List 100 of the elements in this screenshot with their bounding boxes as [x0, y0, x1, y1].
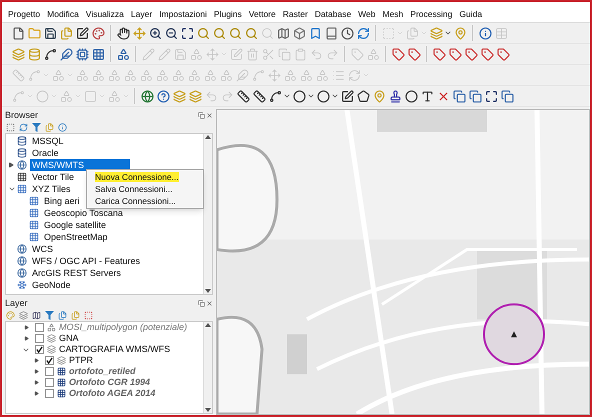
edit-icon[interactable]	[76, 26, 88, 40]
layer-checkbox[interactable]	[45, 378, 54, 387]
browser-item[interactable]: OpenStreetMap	[42, 231, 110, 243]
spline-icon[interactable]	[44, 48, 56, 60]
menu-item[interactable]: Processing	[410, 8, 452, 20]
menu-item[interactable]: Vettore	[248, 8, 276, 20]
spline-icon[interactable]	[268, 90, 282, 102]
layer-checkbox[interactable]	[45, 367, 54, 376]
cube-icon[interactable]	[292, 26, 306, 40]
browser-item[interactable]: GeoNode	[30, 279, 73, 291]
browser-item[interactable]: Oracle	[30, 147, 61, 159]
expand-arrow-icon[interactable]	[34, 380, 38, 385]
chip-icon[interactable]	[76, 48, 88, 60]
browser-item[interactable]: WFS / OGC API - Features	[30, 255, 142, 267]
layer-name[interactable]: PTPR	[69, 355, 94, 366]
zoom-out-icon[interactable]	[164, 26, 178, 40]
menu-item[interactable]: Impostazioni	[159, 8, 207, 20]
copy-icon[interactable]	[468, 90, 482, 102]
tag-icon[interactable]	[448, 48, 462, 60]
stamp-icon[interactable]	[388, 90, 402, 102]
layer-checkbox[interactable]	[45, 389, 54, 398]
menu-item[interactable]: Layer	[130, 8, 152, 20]
layer-name[interactable]: Ortofoto CGR 1994	[69, 377, 150, 388]
menu-item[interactable]: Database	[314, 8, 352, 20]
menu-item[interactable]: Mesh	[382, 8, 404, 20]
expand-arrow-icon[interactable]	[34, 391, 38, 396]
expand-all-icon[interactable]	[58, 310, 67, 320]
expand-arrow-icon[interactable]	[24, 325, 28, 330]
browser-item[interactable]: Bing aeri	[42, 195, 82, 207]
menu-item[interactable]: Visualizza	[86, 8, 124, 20]
scroll-down-icon[interactable]	[205, 408, 211, 412]
browser-item[interactable]: Geoscopio Toscana	[42, 207, 125, 219]
maximize-icon[interactable]	[484, 90, 498, 102]
scrollbar[interactable]	[203, 134, 212, 294]
expand-arrow-icon[interactable]	[8, 162, 14, 168]
expand-arrow-icon[interactable]	[24, 336, 28, 341]
bookmark-icon[interactable]	[308, 26, 322, 40]
browser-item[interactable]: WCS	[30, 243, 55, 255]
menu-item[interactable]: Guida	[459, 8, 482, 20]
search-icon[interactable]	[212, 26, 226, 40]
expand-arrow-icon[interactable]	[34, 369, 38, 374]
pentagon-icon[interactable]	[356, 90, 370, 102]
info-icon[interactable]	[478, 26, 492, 40]
shapes-icon[interactable]	[116, 48, 130, 60]
clock-icon[interactable]	[340, 26, 354, 40]
layer-name[interactable]: GNA	[59, 333, 79, 344]
layers-icon[interactable]	[188, 90, 202, 102]
menu-item[interactable]: Carica Connessioni...	[95, 196, 176, 206]
layers-icon[interactable]	[12, 48, 24, 60]
menu-item[interactable]: Progetto	[8, 8, 40, 20]
layer-checkbox[interactable]	[35, 334, 44, 343]
menu-item[interactable]: Salva Connessioni...	[95, 184, 172, 194]
remove-icon[interactable]	[84, 310, 93, 320]
tag-icon[interactable]	[480, 48, 494, 60]
zoom-in-icon[interactable]	[148, 26, 162, 40]
cross-icon[interactable]	[436, 90, 450, 102]
ruler-icon[interactable]	[236, 90, 250, 102]
menu-item[interactable]: Raster	[282, 8, 308, 20]
feather-icon[interactable]	[60, 48, 72, 60]
float-icon[interactable]	[198, 112, 205, 118]
circle-icon[interactable]	[316, 90, 330, 102]
menu-item[interactable]: Web	[358, 8, 376, 20]
style-icon[interactable]	[6, 310, 15, 320]
caret-icon[interactable]	[283, 92, 291, 100]
search-icon[interactable]	[244, 26, 258, 40]
help-icon[interactable]	[156, 90, 170, 102]
scroll-down-icon[interactable]	[205, 289, 211, 293]
caret-icon[interactable]	[444, 29, 452, 37]
copy-icon[interactable]	[452, 90, 466, 102]
ruler-icon[interactable]	[252, 90, 266, 102]
tag-icon[interactable]	[392, 48, 404, 60]
browser-item[interactable]: MSSQL	[30, 135, 66, 147]
circle-icon[interactable]	[292, 90, 306, 102]
add-group-icon[interactable]	[19, 310, 28, 320]
save-icon[interactable]	[44, 26, 56, 40]
layer-name[interactable]: Ortofoto AGEA 2014	[69, 388, 156, 399]
add-icon[interactable]	[6, 122, 15, 132]
browser-item[interactable]: Google satellite	[42, 219, 108, 231]
layer-name[interactable]: CARTOGRAFIA WMS/WFS	[59, 344, 170, 355]
edit-icon[interactable]	[340, 90, 354, 102]
browser-item[interactable]: Vector Tile	[30, 171, 76, 183]
scrollbar[interactable]	[203, 322, 212, 413]
caret-icon[interactable]	[307, 92, 315, 100]
hand-icon[interactable]	[116, 26, 130, 40]
book-icon[interactable]	[324, 26, 338, 40]
globe-icon[interactable]	[140, 90, 154, 102]
tag-icon[interactable]	[408, 48, 420, 60]
search-icon[interactable]	[228, 26, 242, 40]
menu-item[interactable]: Nuova Connessione...	[95, 172, 179, 182]
browser-item[interactable]: XYZ Tiles	[30, 183, 73, 195]
browser-item[interactable]: ArcGIS REST Servers	[30, 267, 123, 279]
refresh-icon[interactable]	[356, 26, 370, 40]
map-icon[interactable]	[32, 310, 41, 320]
grid-icon[interactable]	[92, 48, 104, 60]
circle-icon[interactable]	[404, 90, 418, 102]
scroll-up-icon[interactable]	[205, 323, 211, 327]
refresh-icon[interactable]	[19, 122, 28, 132]
copy-icon[interactable]	[500, 90, 514, 102]
layer-name[interactable]: MOSI_multipolygon (potenziale)	[59, 322, 188, 333]
layer-checkbox[interactable]	[35, 345, 44, 354]
